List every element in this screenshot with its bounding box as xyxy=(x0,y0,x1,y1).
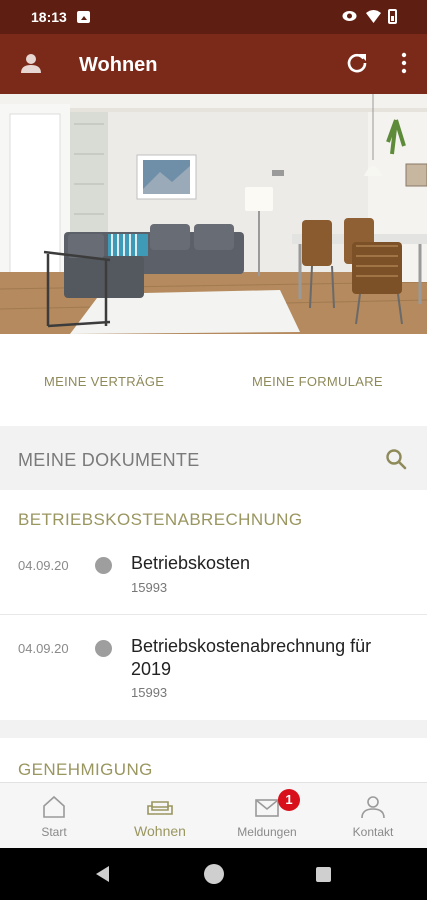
document-row[interactable]: 04.09.20 Betriebskostenabrechnung für 20… xyxy=(0,615,427,710)
home-icon xyxy=(43,795,65,818)
document-date: 04.09.20 xyxy=(18,641,69,656)
status-bar: 18:13 xyxy=(0,0,427,34)
status-time: 18:13 xyxy=(31,9,67,25)
battery-icon xyxy=(388,9,397,24)
person-icon xyxy=(361,796,385,819)
quick-links-bar: MEINE VERTRÄGE MEINE FORMULARE xyxy=(0,334,427,426)
documents-title: MEINE DOKUMENTE xyxy=(18,450,200,470)
nav-item-meldungen[interactable]: 1 Meldungen xyxy=(214,783,320,849)
section-betriebskostenabrechnung: BETRIEBSKOSTENABRECHNUNG 04.09.20 Betrie… xyxy=(0,490,427,720)
refresh-icon[interactable] xyxy=(346,52,368,74)
back-icon[interactable] xyxy=(96,866,109,882)
recents-icon[interactable] xyxy=(316,867,331,882)
search-icon[interactable] xyxy=(384,447,408,471)
mail-icon xyxy=(255,799,279,817)
hero-image xyxy=(0,94,427,334)
nav-item-kontakt[interactable]: Kontakt xyxy=(320,783,426,849)
nav-label: Wohnen xyxy=(134,823,186,839)
document-title: Betriebskostenabrechnung für 2019 xyxy=(131,636,372,679)
documents-header: MEINE DOKUMENTE xyxy=(0,428,427,488)
user-icon[interactable] xyxy=(20,52,42,74)
document-date: 04.09.20 xyxy=(18,558,69,573)
notification-badge: 1 xyxy=(278,789,300,811)
document-title: Betriebskosten xyxy=(131,553,251,573)
image-notification-icon xyxy=(77,11,90,23)
status-dot xyxy=(95,640,112,657)
nav-item-wohnen[interactable]: Wohnen xyxy=(107,783,213,849)
bottom-navigation: Start Wohnen 1 Meldungen Kontakt xyxy=(0,782,427,848)
more-vert-icon[interactable] xyxy=(393,52,415,74)
wifi-icon xyxy=(366,10,381,23)
document-subtitle: 15993 xyxy=(131,685,168,700)
section-title: GENEHMIGUNG xyxy=(18,760,153,779)
document-row[interactable]: 04.09.20 Betriebskosten 15993 xyxy=(0,544,427,614)
status-dot xyxy=(95,557,112,574)
my-forms-link[interactable]: MEINE FORMULARE xyxy=(252,374,383,389)
eye-icon xyxy=(342,11,357,21)
home-button-icon[interactable] xyxy=(204,864,224,884)
nav-label: Meldungen xyxy=(237,825,297,839)
document-subtitle: 15993 xyxy=(131,580,168,595)
sofa-icon xyxy=(147,801,173,815)
my-contracts-link[interactable]: MEINE VERTRÄGE xyxy=(44,374,164,389)
page-title: Wohnen xyxy=(79,54,158,76)
section-genehmigung: GENEHMIGUNG xyxy=(0,738,427,782)
nav-label: Kontakt xyxy=(352,825,394,839)
nav-label: Start xyxy=(41,825,67,839)
section-title: BETRIEBSKOSTENABRECHNUNG xyxy=(18,510,303,529)
app-bar: Wohnen xyxy=(0,34,427,94)
nav-item-start[interactable]: Start xyxy=(1,783,107,849)
system-navigation-bar xyxy=(0,848,427,900)
